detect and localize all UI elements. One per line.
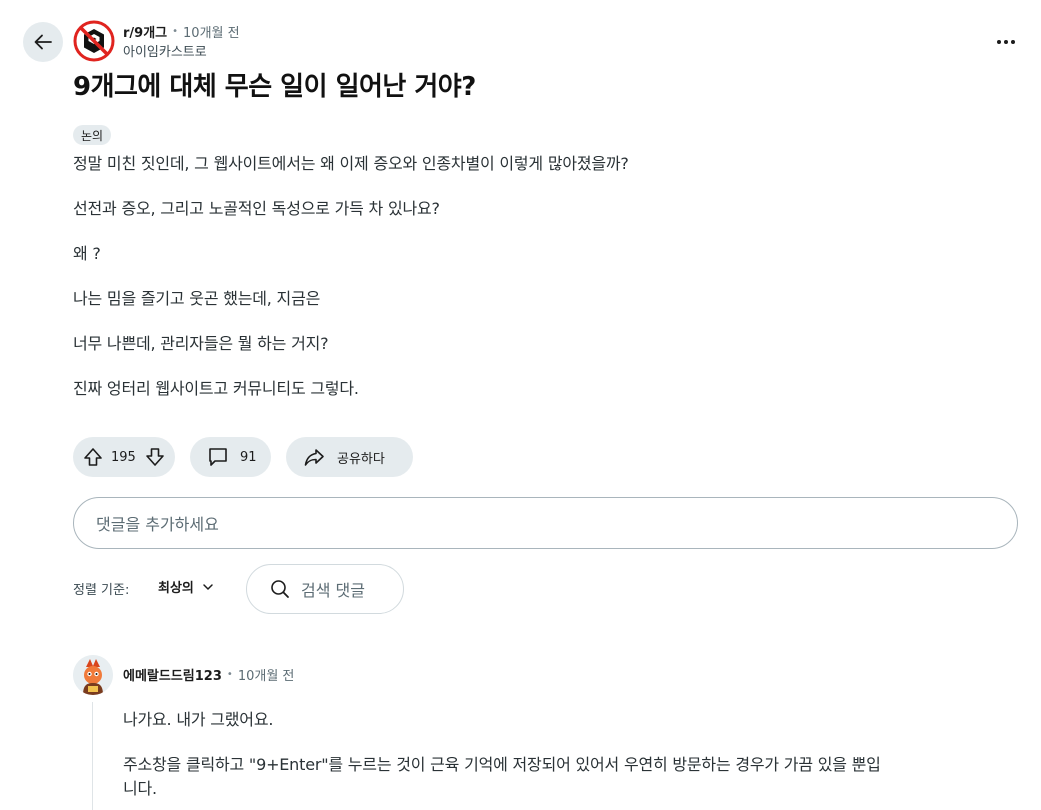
downvote-icon[interactable] <box>144 446 166 468</box>
sort-value: 최상의 <box>158 581 194 596</box>
sort-dropdown[interactable]: 최상의 <box>158 577 214 596</box>
post-paragraph: 정말 미친 짓인데, 그 웹사이트에서는 왜 이제 증오와 인종차별이 이렇게 … <box>73 154 629 173</box>
post-time: 10개월 전 <box>183 26 240 41</box>
comment-count: 91 <box>240 449 257 465</box>
search-icon <box>269 578 291 600</box>
meta-separator: • <box>172 26 179 37</box>
post-title: 9개그에 대체 무슨 일이 일어난 거야? <box>73 72 476 102</box>
arrow-left-icon <box>32 31 54 53</box>
post-paragraph: 진짜 엉터리 웹사이트고 커뮤니티도 그렇다. <box>73 379 359 398</box>
comments-button[interactable]: 91 <box>190 437 271 477</box>
comment-line: 주소창을 클릭하고 "9+Enter"를 누르는 것이 근육 기억에 저장되어 … <box>123 755 881 774</box>
vote-count: 195 <box>111 449 136 465</box>
post-paragraph: 왜 ? <box>73 244 101 263</box>
search-comments-input[interactable]: 검색 댓글 <box>246 564 404 614</box>
comment-time: 10개월 전 <box>237 669 295 684</box>
vote-bar: 195 <box>73 437 175 477</box>
chevron-down-icon <box>202 581 214 593</box>
comment-meta: 에메랄드드림123 • 10개월 전 <box>123 665 294 684</box>
back-button[interactable] <box>23 22 63 62</box>
comment-username[interactable]: 에메랄드드림123 <box>123 665 222 684</box>
post-flair[interactable]: 논의 <box>73 125 112 145</box>
post-meta: r/9개그 • 10개월 전 <box>123 22 240 41</box>
post-paragraph: 나는 밈을 즐기고 웃곤 했는데, 지금은 <box>73 289 321 308</box>
meta-separator: • <box>226 669 233 680</box>
comment-input[interactable]: 댓글을 추가하세요 <box>73 497 1018 549</box>
post-paragraph: 너무 나쁜데, 관리자들은 뭘 하는 거지? <box>73 334 329 353</box>
comment-line: 니다. <box>123 779 157 798</box>
subreddit-icon[interactable] <box>73 20 115 62</box>
avatar[interactable] <box>73 655 113 695</box>
share-icon <box>302 445 326 469</box>
post-author[interactable]: 아이임카스트로 <box>123 41 207 60</box>
comment-icon <box>206 445 230 469</box>
share-button[interactable]: 공유하다 <box>286 437 413 477</box>
upvote-icon[interactable] <box>82 446 104 468</box>
comment-line: 나가요. 내가 그랬어요. <box>123 710 274 729</box>
post-paragraph: 선전과 증오, 그리고 노골적인 독성으로 가득 차 있나요? <box>73 199 440 218</box>
comment-input-placeholder: 댓글을 추가하세요 <box>96 515 219 534</box>
subreddit-name[interactable]: r/9개그 <box>123 22 167 41</box>
sort-label: 정렬 기준: <box>73 583 130 598</box>
thread-line[interactable] <box>92 702 93 810</box>
more-horizontal-icon <box>996 40 1017 44</box>
more-options-button[interactable] <box>990 26 1022 58</box>
share-label: 공유하다 <box>337 451 385 467</box>
search-comments-placeholder: 검색 댓글 <box>301 581 365 600</box>
